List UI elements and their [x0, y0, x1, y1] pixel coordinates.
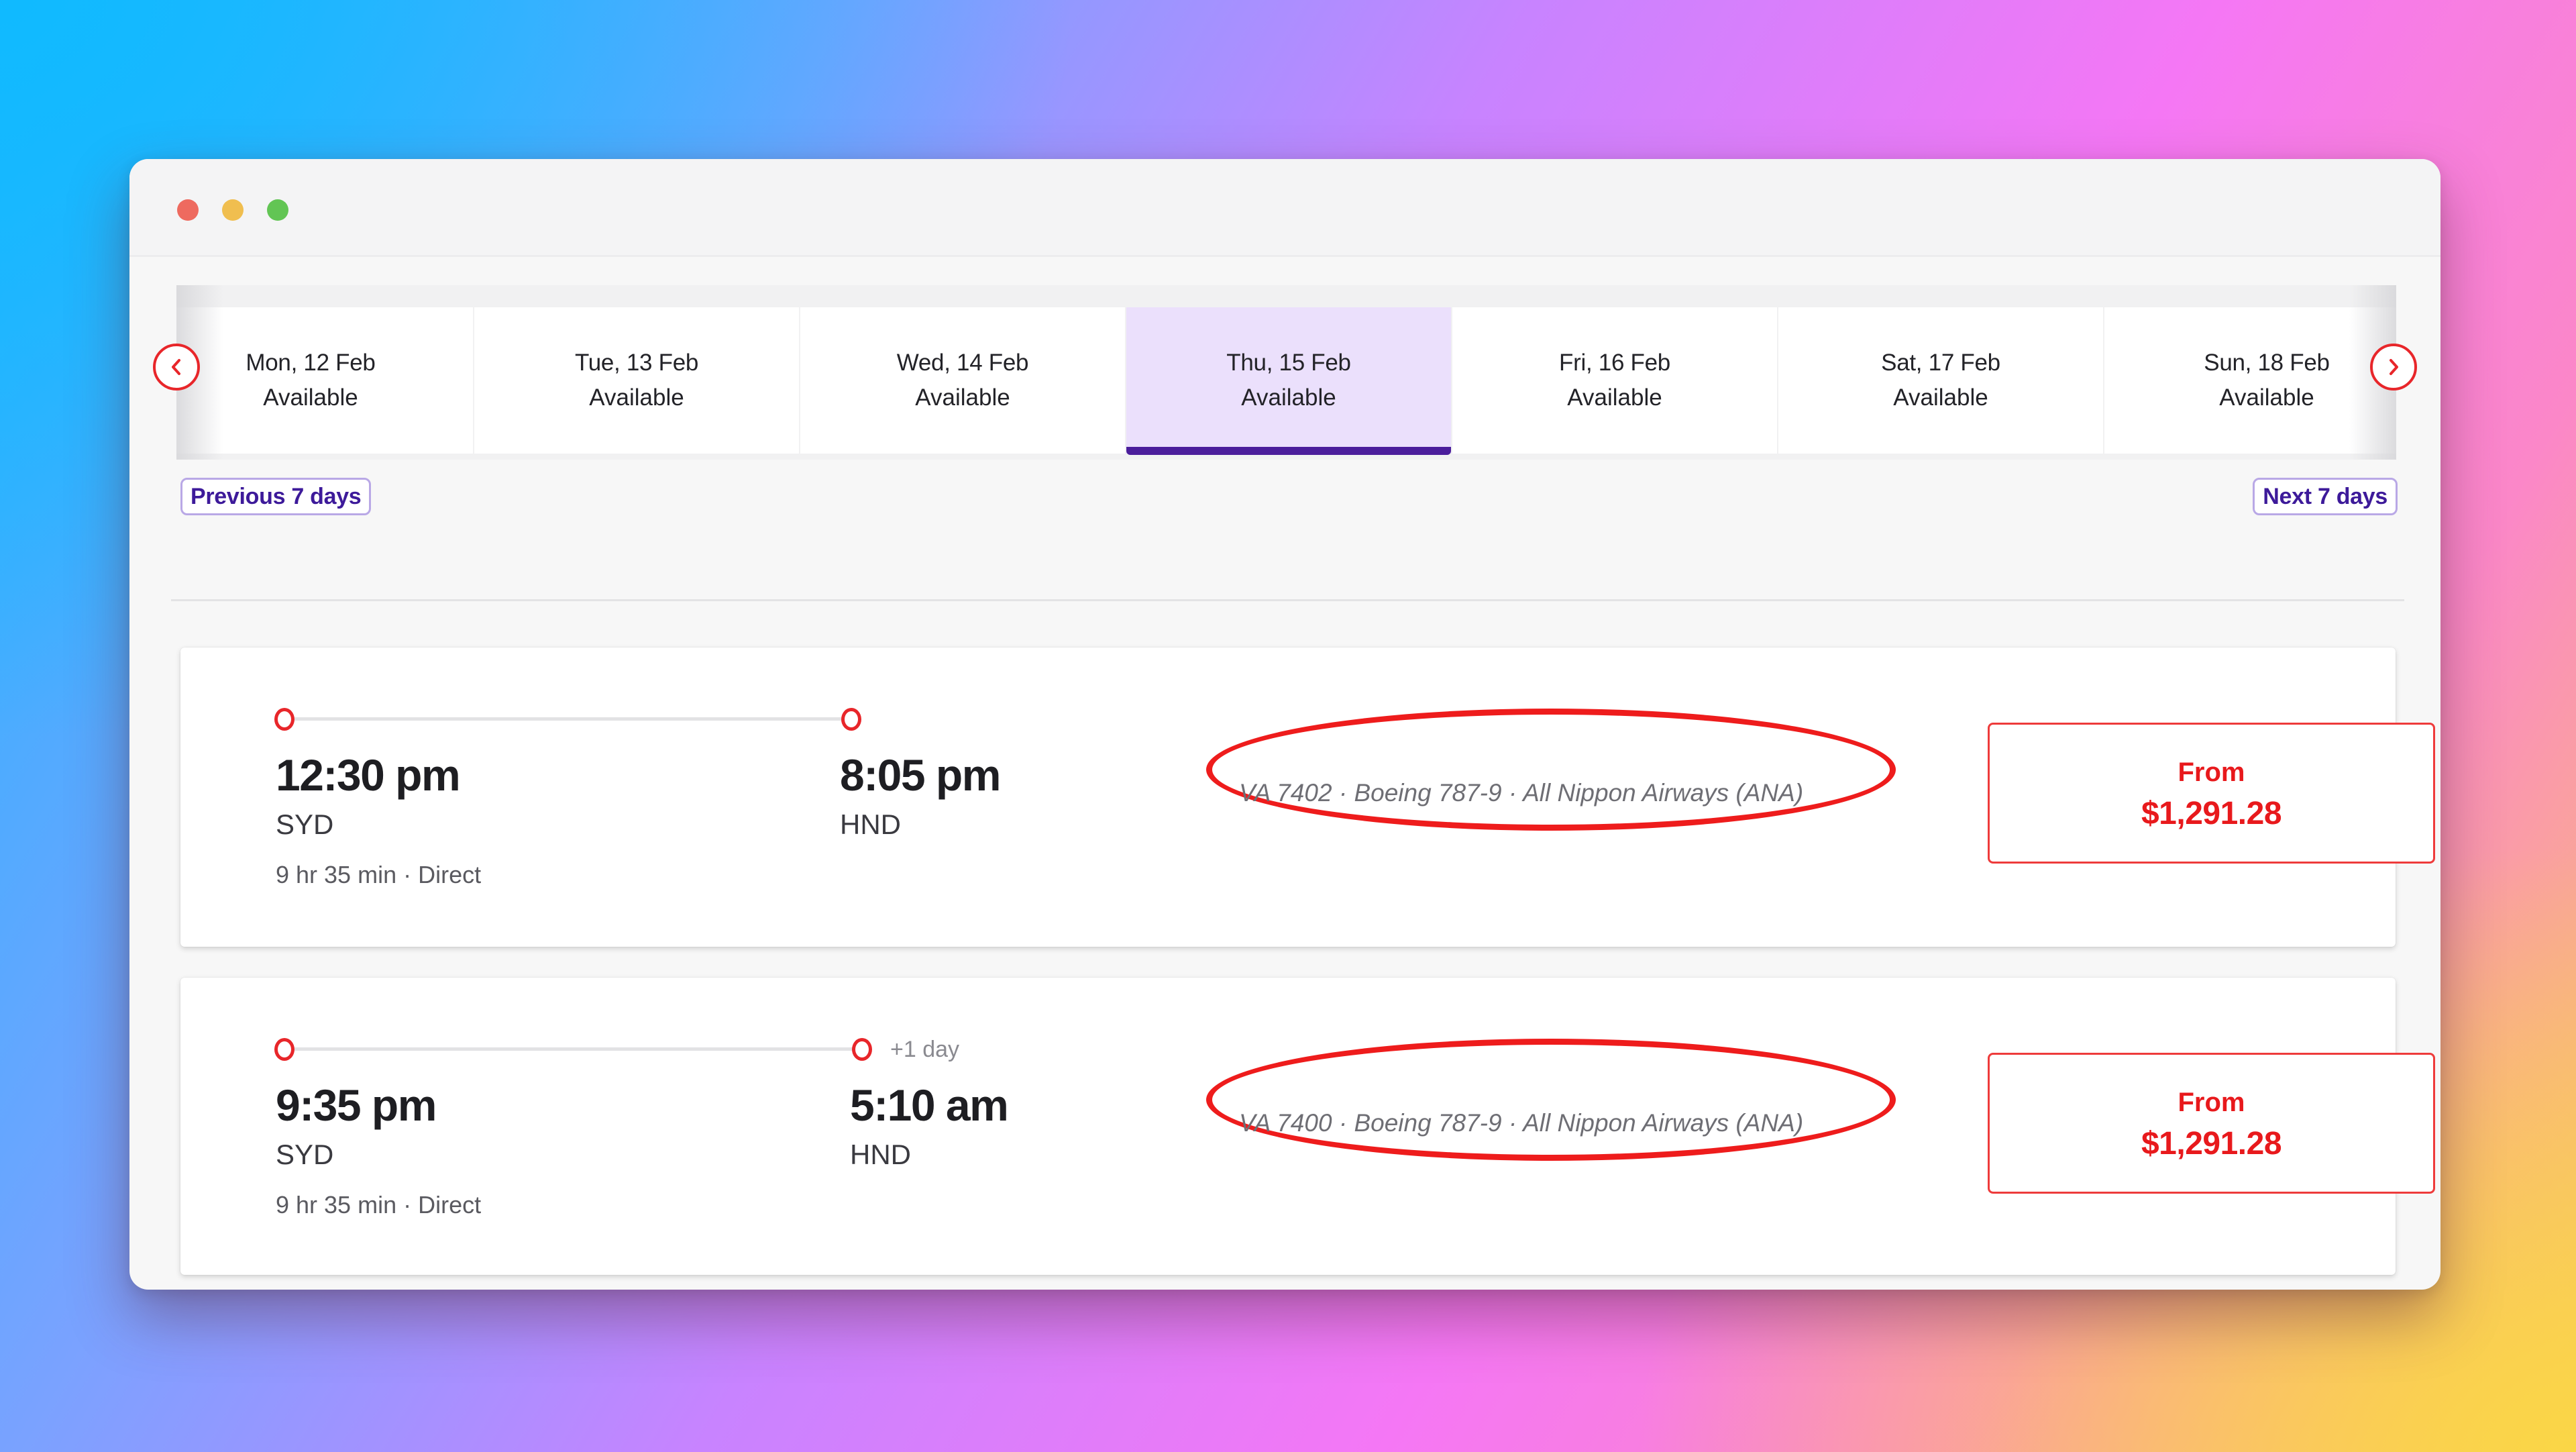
departure-time: 9:35 pm [276, 1080, 437, 1130]
dot-separator: · [396, 1191, 419, 1218]
scroll-dates-right-button[interactable] [2370, 344, 2417, 391]
arrival-time: 8:05 pm [840, 750, 1001, 800]
departure-marker-icon [274, 708, 294, 731]
arrival-airport: HND [840, 809, 901, 840]
tab-availability: Available [263, 384, 358, 411]
date-tab-wed-14-feb[interactable]: Wed, 14 Feb Available [800, 307, 1125, 454]
tab-date-label: Tue, 13 Feb [574, 350, 699, 376]
tab-availability: Available [1241, 384, 1336, 411]
flight-card[interactable]: 12:30 pm SYD 9 hr 35 min · Direct 8:05 p… [180, 647, 2435, 947]
flight-details: VA 7402 · Boeing 787-9 · All Nippon Airw… [1239, 779, 1803, 807]
dot-separator: · [1501, 1109, 1523, 1137]
chevron-right-icon [2390, 359, 2398, 375]
tab-availability: Available [589, 384, 684, 411]
arrival-marker-icon [841, 708, 861, 731]
date-tab-tue-13-feb[interactable]: Tue, 13 Feb Available [474, 307, 799, 454]
dot-separator: · [1501, 779, 1523, 807]
operating-airline: All Nippon Airways (ANA) [1523, 779, 1804, 807]
tab-date-label: Mon, 12 Feb [246, 350, 376, 376]
annotation-highlight-ellipse [1206, 1039, 1896, 1161]
dot-separator: · [1332, 779, 1354, 807]
minimize-window-button[interactable] [222, 199, 244, 221]
tab-date-label: Wed, 14 Feb [896, 350, 1029, 376]
date-selector-strip: Mon, 12 Feb Available Tue, 13 Feb Availa… [176, 285, 2396, 460]
dot-separator: · [396, 861, 419, 888]
flight-card[interactable]: +1 day 9:35 pm SYD 9 hr 35 min · Direct … [180, 978, 2435, 1275]
aircraft-type: Boeing 787-9 [1354, 1109, 1502, 1137]
select-fare-button[interactable]: From $1,291.28 [1988, 723, 2435, 864]
dot-separator: · [1332, 1109, 1354, 1137]
departure-marker-icon [274, 1038, 294, 1061]
arrival-time: 5:10 am [850, 1080, 1009, 1130]
previous-7-days-button[interactable]: Previous 7 days [180, 478, 372, 515]
departure-airport: SYD [276, 1139, 334, 1170]
stops: Direct [418, 1191, 482, 1218]
date-tab-thu-15-feb-selected[interactable]: Thu, 15 Feb Available [1126, 307, 1451, 455]
operating-airline: All Nippon Airways (ANA) [1523, 1109, 1804, 1137]
annotation-highlight-ellipse [1206, 709, 1896, 831]
flight-details: VA 7400 · Boeing 787-9 · All Nippon Airw… [1239, 1109, 1803, 1137]
scroll-dates-left-button[interactable] [153, 344, 200, 391]
aircraft-type: Boeing 787-9 [1354, 779, 1502, 807]
date-tab-mon-12-feb[interactable]: Mon, 12 Feb Available [176, 307, 473, 454]
duration: 9 hr 35 min [276, 861, 397, 888]
flight-duration-stops: 9 hr 35 min · Direct [276, 1191, 481, 1219]
flight-duration-stops: 9 hr 35 min · Direct [276, 861, 481, 889]
tab-availability: Available [915, 384, 1010, 411]
departure-airport: SYD [276, 809, 334, 840]
date-tab-sun-18-feb[interactable]: Sun, 18 Feb Available [2104, 307, 2396, 454]
next-day-indicator: +1 day [890, 1037, 960, 1062]
flight-route-line [290, 1047, 861, 1051]
chevron-left-icon [172, 359, 180, 375]
flight-number: VA 7400 [1239, 1109, 1332, 1137]
select-fare-button[interactable]: From $1,291.28 [1988, 1053, 2435, 1194]
section-divider [171, 599, 2404, 601]
arrival-airport: HND [850, 1139, 911, 1170]
tab-date-label: Fri, 16 Feb [1559, 350, 1670, 376]
price-prefix: From [2178, 758, 2245, 787]
price-prefix: From [2178, 1088, 2245, 1117]
stops: Direct [418, 861, 482, 888]
tab-date-label: Thu, 15 Feb [1226, 350, 1351, 376]
flight-number: VA 7402 [1239, 779, 1332, 807]
tab-availability: Available [2219, 384, 2314, 411]
tab-date-label: Sun, 18 Feb [2204, 350, 2330, 376]
maximize-window-button[interactable] [267, 199, 288, 221]
departure-time: 12:30 pm [276, 750, 461, 800]
arrival-marker-icon [852, 1038, 872, 1061]
flight-route-line [290, 717, 850, 721]
tab-availability: Available [1567, 384, 1662, 411]
duration: 9 hr 35 min [276, 1191, 397, 1218]
price-amount: $1,291.28 [2141, 796, 2282, 831]
date-tabs: Mon, 12 Feb Available Tue, 13 Feb Availa… [176, 307, 2396, 455]
title-bar [129, 159, 2440, 257]
date-tab-sat-17-feb[interactable]: Sat, 17 Feb Available [1778, 307, 2103, 454]
browser-window: Mon, 12 Feb Available Tue, 13 Feb Availa… [129, 159, 2440, 1290]
tab-date-label: Sat, 17 Feb [1881, 350, 2000, 376]
tab-availability: Available [1893, 384, 1988, 411]
price-amount: $1,291.28 [2141, 1126, 2282, 1161]
date-tab-fri-16-feb[interactable]: Fri, 16 Feb Available [1452, 307, 1777, 454]
close-window-button[interactable] [177, 199, 199, 221]
next-7-days-button[interactable]: Next 7 days [2253, 478, 2398, 515]
